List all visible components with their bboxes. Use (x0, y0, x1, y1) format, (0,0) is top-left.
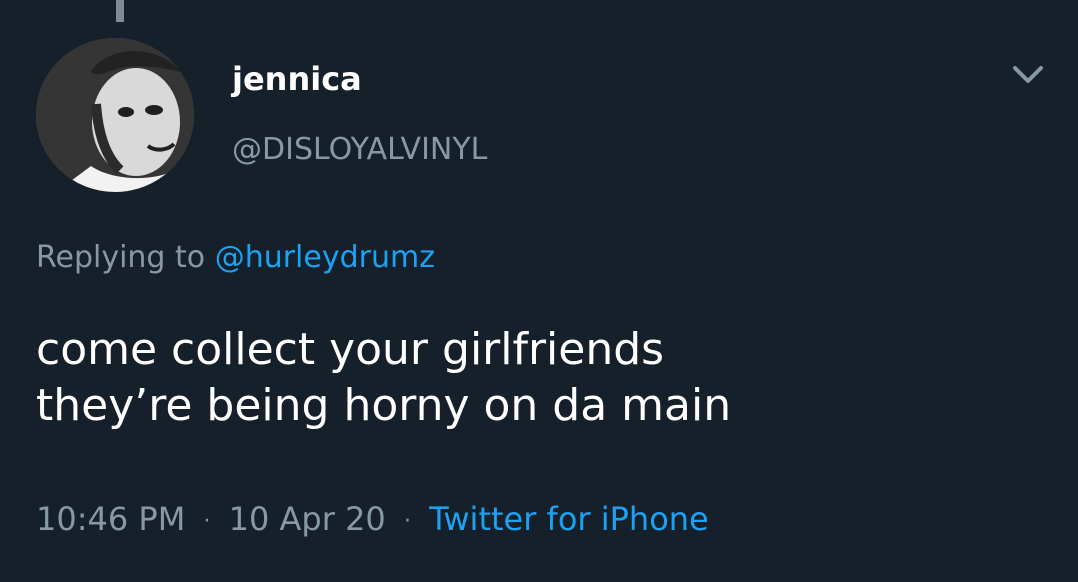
avatar[interactable] (36, 38, 194, 192)
author-display-name[interactable]: jennica (232, 60, 362, 98)
replying-to-label: Replying to (36, 240, 206, 275)
profile-photo-icon (36, 38, 194, 192)
tweet-date: 10 Apr 20 (228, 500, 386, 538)
tweet-metadata: 10:46 PM · 10 Apr 20 · Twitter for iPhon… (36, 500, 709, 538)
author-handle[interactable]: @DISLOYALVINYL (232, 132, 487, 167)
tweet-text: come collect your girlfriends they’re be… (36, 322, 1036, 435)
tweet-source-link[interactable]: Twitter for iPhone (429, 500, 709, 538)
reply-mention-link[interactable]: @hurleydrumz (215, 240, 435, 275)
chevron-down-icon[interactable] (1012, 62, 1044, 86)
tweet-time: 10:46 PM (36, 500, 186, 538)
replying-to-line: Replying to @hurleydrumz (36, 240, 435, 275)
thread-connector-line (116, 0, 124, 22)
metadata-separator: · (203, 508, 211, 534)
metadata-separator: · (403, 508, 411, 534)
tweet-text-line-1: come collect your girlfriends (36, 324, 665, 375)
tweet-text-line-2: they’re being horny on da main (36, 380, 732, 432)
